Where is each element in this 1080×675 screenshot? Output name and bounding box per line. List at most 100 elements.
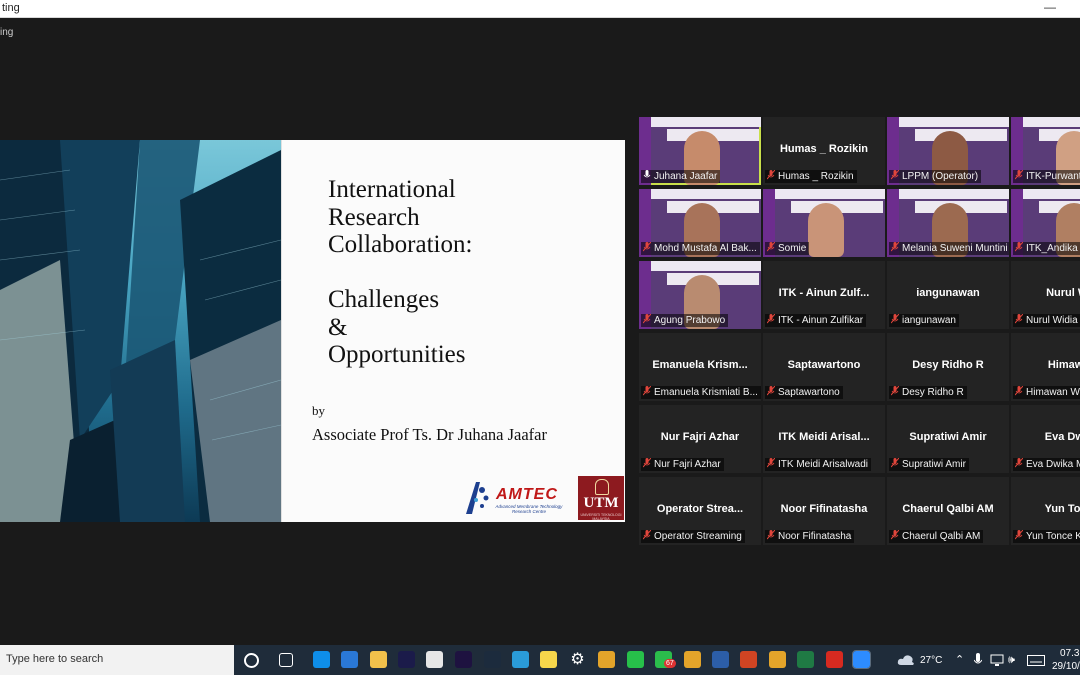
utm-logo: UTM UNIVERSITI TEKNOLOGI MALAYSIA [578,476,624,521]
slide-title-line [328,259,618,287]
participant-name: LPPM (Operator) [902,171,979,182]
taskbar-search-box[interactable]: Type here to search [0,645,234,675]
powerpoint-icon[interactable] [740,651,757,668]
participant-name: ITK Meidi Arisalwadi [778,459,869,470]
muted-mic-icon [891,386,899,396]
tray-chevron-icon[interactable]: ⌃ [955,653,964,666]
volume-icon[interactable]: 🕪 [1008,654,1015,667]
participant-tile[interactable]: Emanuela Krism... Emanuela Krismiati B... [639,333,761,401]
participant-tile[interactable]: Nur Fajri Azhar Nur Fajri Azhar [639,405,761,473]
lightroom-icon[interactable] [484,651,501,668]
participant-tile[interactable]: Supratiwi Amir Supratiwi Amir [887,405,1009,473]
store-icon[interactable] [426,651,443,668]
participant-name-label: Operator Streaming [641,530,745,543]
participant-tile[interactable]: ITK_Andika [1011,189,1080,257]
participant-tile[interactable]: Juhana Jaafar [639,117,761,185]
network-icon[interactable] [990,653,1004,667]
participant-tile[interactable]: Mohd Mustafa Al Bak... [639,189,761,257]
teamviewer-icon[interactable] [313,651,330,668]
participant-tile[interactable]: Operator Strea... Operator Streaming [639,477,761,545]
muted-mic-icon [1015,314,1023,324]
participant-name: Operator Streaming [654,531,742,542]
microphone-icon[interactable] [974,653,982,667]
participant-name: Nurul Widia [1026,315,1078,326]
video-background-banner [887,189,1009,199]
participant-tile[interactable]: Chaerul Qalbi AM Chaerul Qalbi AM [887,477,1009,545]
zoom-icon[interactable] [852,650,871,669]
participant-name-label: Emanuela Krismiati B... [641,386,761,399]
task-view-icon[interactable] [279,653,293,667]
keyboard-icon[interactable] [1027,655,1045,666]
video-background-banner [887,117,1009,127]
participant-name: ITK_Andika [1026,243,1078,254]
participant-tile[interactable]: Humas _ Rozikin Humas _ Rozikin [763,117,885,185]
participant-tile[interactable]: Somie [763,189,885,257]
participant-tile[interactable]: ITK-Purwant [1011,117,1080,185]
slide-title: International Research Collaboration: Ch… [328,176,618,369]
cortana-icon[interactable] [244,653,259,668]
participant-name-center: Operator Strea... [656,503,744,515]
chrome-icon[interactable] [684,651,701,668]
excel-icon[interactable] [797,651,814,668]
video-background-banner [639,261,761,271]
muted-mic-icon [1015,386,1023,396]
participant-tile[interactable]: ITK - Ainun Zulf... ITK - Ainun Zulfikar [763,261,885,329]
edge-icon[interactable] [512,651,529,668]
slide-author: Associate Prof Ts. Dr Juhana Jaafar [312,425,547,444]
whatsapp-icon[interactable]: 67 [655,651,676,668]
chrome-icon[interactable] [598,651,615,668]
participant-name: Emanuela Krismiati B... [654,387,758,398]
participant-tile[interactable]: iangunawan iangunawan [887,261,1009,329]
line-icon[interactable] [627,651,644,668]
participant-name-center: ITK Meidi Arisal... [778,431,870,443]
slide-by: by [312,403,325,418]
video-background-banner [763,189,885,199]
participant-name: Nur Fajri Azhar [654,459,721,470]
participant-name: ITK-Purwant [1026,171,1080,182]
premiere-icon[interactable] [455,651,472,668]
participant-tile[interactable]: Nurul Wid Nurul Widia [1011,261,1080,329]
file-explorer-icon[interactable] [370,651,387,668]
chrome-icon[interactable] [769,651,786,668]
participant-name-label: Saptawartono [765,386,843,399]
mail-icon[interactable] [341,651,358,668]
sticky-notes-icon[interactable] [540,651,557,668]
muted-mic-icon [1015,530,1023,540]
muted-mic-icon [643,458,651,468]
weather-cloud-icon[interactable] [897,653,915,667]
participant-name-center: Humas _ Rozikin [779,143,869,155]
participant-tile[interactable]: Saptawartono Saptawartono [763,333,885,401]
clock-date[interactable]: 29/10/2 [1052,661,1080,672]
muted-mic-icon [891,170,899,180]
participant-name-center: Nur Fajri Azhar [660,431,740,443]
minimize-button[interactable]: — [1044,0,1056,14]
windows-taskbar: Type here to search ⚙ 67 27°C ⌃ 🕪 07.3 29… [0,645,1080,675]
participant-tile[interactable]: Himawan Himawan W [1011,333,1080,401]
settings-icon[interactable]: ⚙ [569,651,586,668]
participant-tile[interactable]: Melania Suweni Muntini ... [887,189,1009,257]
participant-name: Melania Suweni Muntini ... [902,243,1009,254]
participant-name-center: Desy Ridho R [912,359,984,371]
participant-tile[interactable]: ITK Meidi Arisal... ITK Meidi Arisalwadi [763,405,885,473]
participant-name-center: Noor Fifinatasha [780,503,868,515]
participant-tile[interactable]: Yun Tonce Yun Tonce K [1011,477,1080,545]
participant-name-center: Eva Dwika [1044,431,1080,443]
mic-icon [643,170,651,178]
weather-temp[interactable]: 27°C [920,655,942,666]
participant-name-center: ITK - Ainun Zulf... [778,287,870,299]
after-effects-icon[interactable] [398,651,415,668]
participant-tile[interactable]: LPPM (Operator) [887,117,1009,185]
slide-title-line: Collaboration: [328,231,473,258]
participant-tile[interactable]: Noor Fifinatasha Noor Fifinatasha [763,477,885,545]
acrobat-icon[interactable] [826,651,843,668]
participant-tile[interactable]: Agung Prabowo [639,261,761,329]
clock-time[interactable]: 07.3 [1060,648,1079,659]
participant-tile[interactable]: Eva Dwika Eva Dwika M [1011,405,1080,473]
word-icon[interactable] [712,651,729,668]
muted-mic-icon [643,386,651,396]
meeting-subtitle: ing [0,27,14,38]
participant-name-label: Himawan W [1013,386,1080,399]
participant-tile[interactable]: Desy Ridho R Desy Ridho R [887,333,1009,401]
muted-mic-icon [767,242,775,252]
participant-name-label: Desy Ridho R [889,386,967,399]
